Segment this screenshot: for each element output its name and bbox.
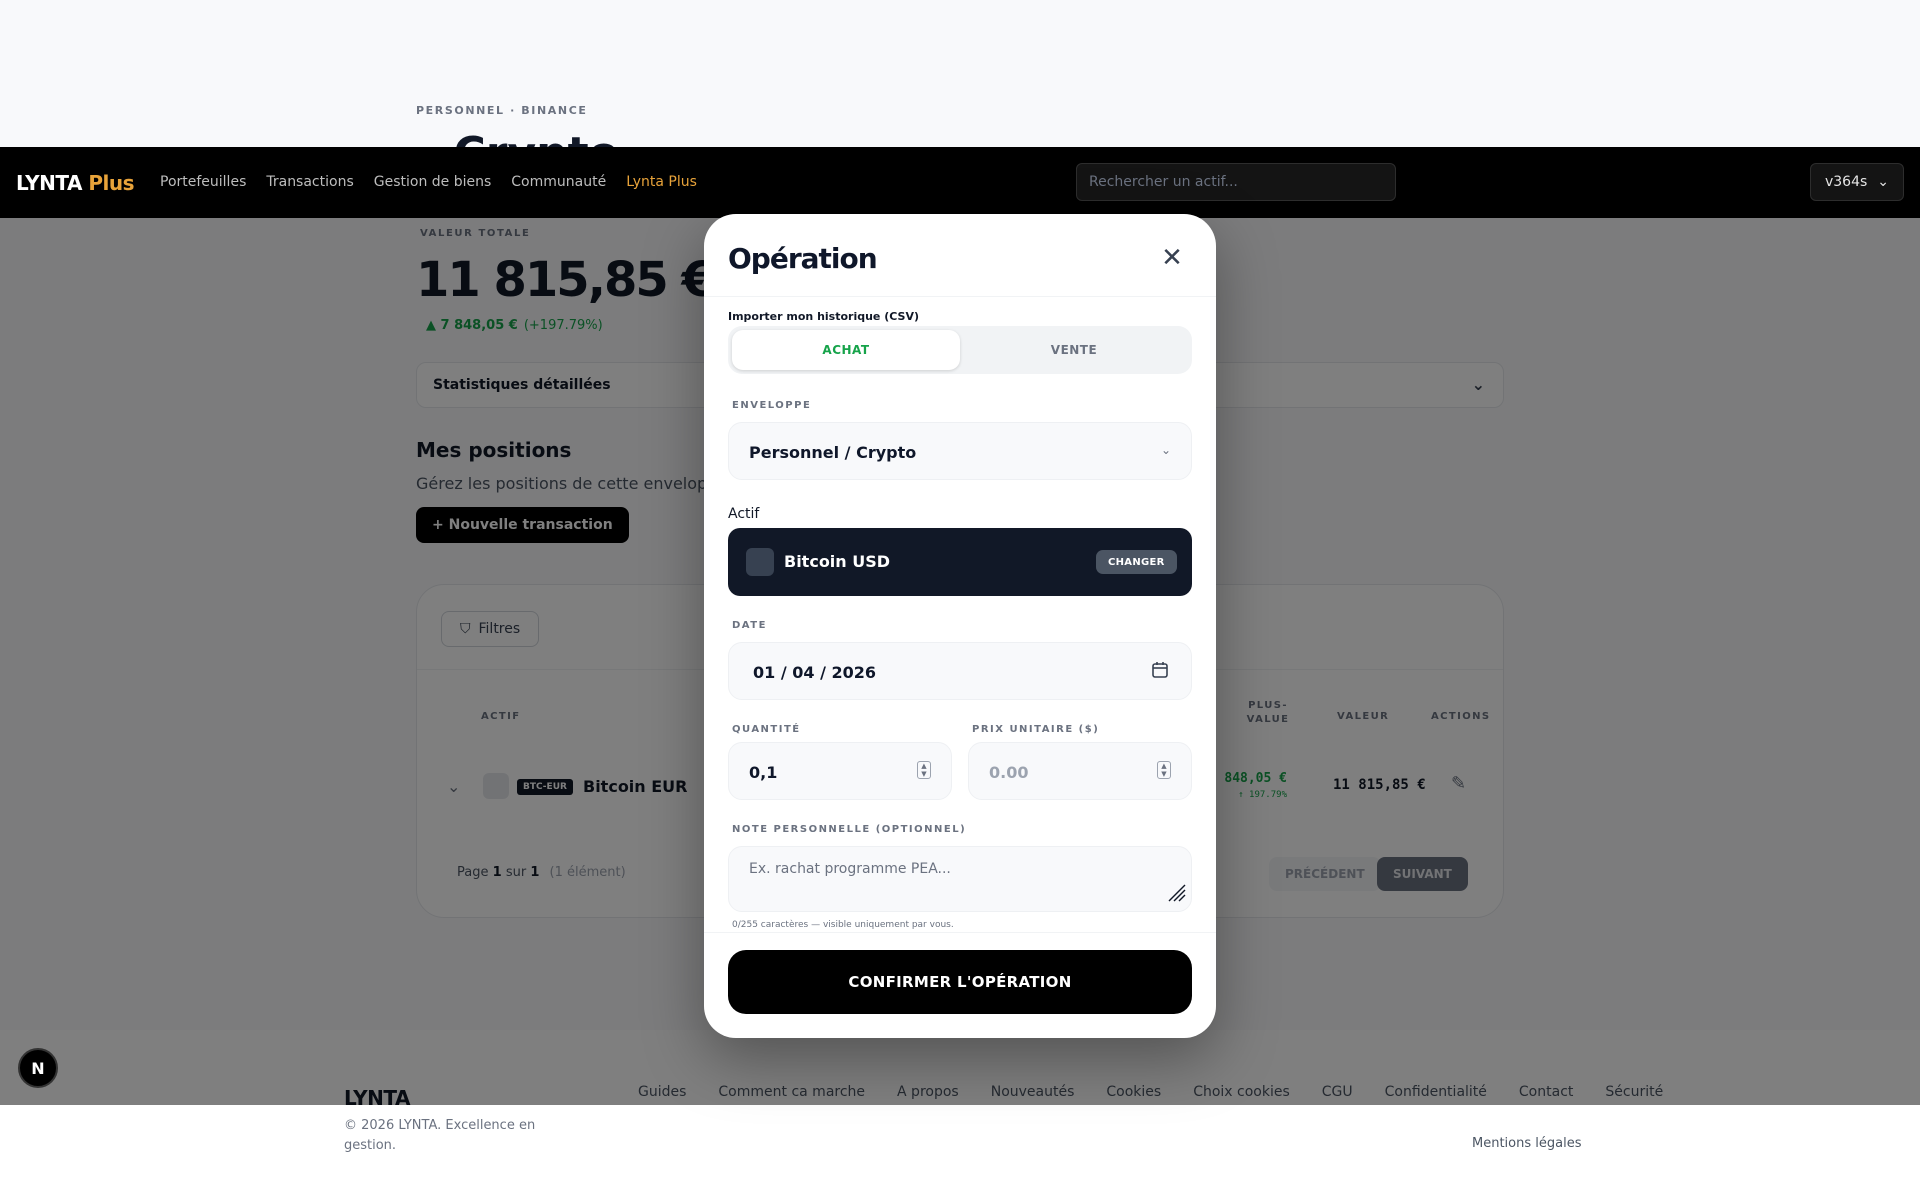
nav-communaute[interactable]: Communauté: [511, 174, 606, 190]
user-name: v364s: [1824, 174, 1868, 190]
calendar-icon[interactable]: [1151, 661, 1169, 683]
divider: [704, 296, 1216, 297]
unit-price-input[interactable]: 0.00 ▲ ▼: [968, 742, 1192, 800]
logo-main: LYNTA: [16, 171, 82, 195]
search-input[interactable]: Rechercher un actif...: [1076, 163, 1396, 201]
nav-portefeuilles[interactable]: Portefeuilles: [160, 174, 246, 190]
close-icon[interactable]: ✕: [1158, 243, 1186, 273]
selected-asset-name: Bitcoin USD: [784, 552, 891, 571]
next-dev-badge[interactable]: N: [18, 1048, 58, 1088]
chevron-down-icon: ⌄: [1877, 174, 1890, 190]
logo-plus: Plus: [88, 171, 135, 195]
date-input[interactable]: 01 / 04 / 2026: [728, 642, 1192, 700]
selected-asset-card: Bitcoin USD CHANGER: [728, 528, 1192, 596]
note-counter: 0/255 caractères — visible uniquement pa…: [732, 920, 954, 930]
footer-legal-link[interactable]: Mentions légales: [1472, 1136, 1581, 1151]
confirm-operation-button[interactable]: CONFIRMER L'OPÉRATION: [728, 950, 1192, 1014]
nav-lynta-plus[interactable]: Lynta Plus: [626, 174, 697, 190]
stepper-icon[interactable]: ▲ ▼: [1157, 761, 1171, 779]
resize-handle-icon[interactable]: [1165, 881, 1187, 907]
unit-price-placeholder: 0.00: [989, 763, 1029, 782]
user-menu-button[interactable]: v364s ⌄: [1810, 163, 1904, 201]
nav-links: Portefeuilles Transactions Gestion de bi…: [160, 174, 697, 190]
date-label: DATE: [732, 620, 767, 631]
page-title: ← Crypto: [416, 128, 619, 147]
footer-copyright: © 2026 LYNTA. Excellence en gestion.: [344, 1118, 536, 1153]
sell-tab[interactable]: VENTE: [960, 330, 1188, 370]
envelope-label: ENVELOPPE: [732, 400, 812, 411]
note-placeholder: Ex. rachat programme PEA...: [749, 861, 951, 877]
page-header: PERSONNEL · BINANCE ← Crypto: [0, 0, 1920, 147]
asset-label: Actif: [728, 506, 760, 522]
breadcrumb: PERSONNEL · BINANCE: [416, 104, 588, 117]
envelope-value: Personnel / Crypto: [749, 443, 917, 462]
unit-price-label: PRIX UNITAIRE ($): [972, 724, 1100, 735]
page-title-text: Crypto: [453, 128, 618, 147]
logo[interactable]: LYNTA Plus: [16, 171, 135, 195]
back-arrow-icon[interactable]: ←: [416, 137, 439, 147]
change-asset-button[interactable]: CHANGER: [1096, 550, 1177, 574]
note-textarea[interactable]: Ex. rachat programme PEA...: [728, 846, 1192, 912]
buy-sell-toggle: ACHAT VENTE: [728, 326, 1192, 374]
quantity-label: QUANTITÉ: [732, 724, 801, 735]
divider: [704, 932, 1216, 933]
date-value: 01 / 04 / 2026: [753, 663, 877, 682]
stepper-icon[interactable]: ▲ ▼: [917, 761, 931, 779]
quantity-value: 0,1: [749, 763, 778, 782]
top-navbar: LYNTA Plus Portefeuilles Transactions Ge…: [0, 147, 1920, 218]
buy-tab[interactable]: ACHAT: [732, 330, 960, 370]
nav-gestion-biens[interactable]: Gestion de biens: [374, 174, 492, 190]
note-label: NOTE PERSONNELLE (OPTIONNEL): [732, 824, 967, 835]
chevron-down-icon: ⌄: [1160, 443, 1171, 457]
modal-title: Opération: [728, 242, 878, 275]
import-csv-link[interactable]: Importer mon historique (CSV): [728, 310, 919, 323]
asset-icon: [746, 548, 774, 576]
envelope-select[interactable]: Personnel / Crypto ⌄: [728, 422, 1192, 480]
operation-modal: Opération ✕ Importer mon historique (CSV…: [704, 214, 1216, 1038]
nav-transactions[interactable]: Transactions: [266, 174, 353, 190]
quantity-input[interactable]: 0,1 ▲ ▼: [728, 742, 952, 800]
